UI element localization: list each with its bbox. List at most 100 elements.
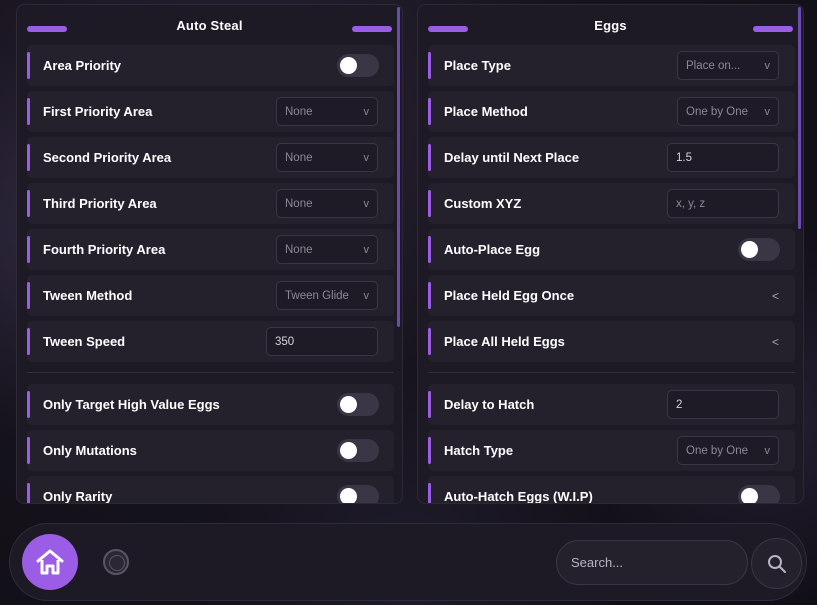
third-priority-area-dropdown[interactable]: None v	[276, 189, 378, 218]
hatch-type-dropdown[interactable]: One by One v	[677, 436, 779, 465]
row-accent	[27, 483, 30, 503]
row-accent	[27, 282, 30, 309]
row-label: Hatch Type	[444, 443, 514, 458]
row-label: Custom XYZ	[444, 196, 522, 211]
row-only-rarity: Only Rarity	[27, 476, 394, 504]
dropdown-value: None	[285, 105, 313, 118]
row-accent	[428, 437, 431, 464]
row-auto-place-egg: Auto-Place Egg	[428, 229, 795, 270]
header-bar-right	[352, 26, 392, 32]
chevron-left-icon: <	[771, 288, 779, 303]
chevron-down-icon: v	[764, 105, 771, 118]
row-label: Area Priority	[43, 58, 122, 73]
row-label: Auto-Place Egg	[444, 242, 541, 257]
chevron-down-icon: v	[363, 289, 370, 302]
avatar-icon[interactable]	[103, 549, 129, 575]
scrollbar[interactable]	[798, 7, 801, 229]
row-accent	[27, 98, 30, 125]
home-icon	[36, 549, 64, 575]
auto-steal-panel: Auto Steal Area Priority First Priority …	[16, 4, 403, 504]
row-label: Second Priority Area	[43, 150, 172, 165]
row-tween-speed: Tween Speed 350	[27, 321, 394, 362]
row-custom-xyz: Custom XYZ x, y, z	[428, 183, 795, 224]
row-only-target-high-value-eggs: Only Target High Value Eggs	[27, 384, 394, 425]
place-method-dropdown[interactable]: One by One v	[677, 97, 779, 126]
chevron-down-icon: v	[363, 243, 370, 256]
bottom-nav-bar: Search...	[9, 523, 807, 601]
header-bar-right	[753, 26, 793, 32]
row-label: Only Rarity	[43, 489, 113, 504]
home-button[interactable]	[22, 534, 78, 590]
chevron-down-icon: v	[363, 197, 370, 210]
row-label: Only Mutations	[43, 443, 137, 458]
first-priority-area-dropdown[interactable]: None v	[276, 97, 378, 126]
delay-to-hatch-input[interactable]: 2	[667, 390, 779, 419]
row-label: Tween Method	[43, 288, 133, 303]
divider	[428, 372, 795, 373]
search-input[interactable]: Search...	[556, 540, 748, 585]
row-label: Only Target High Value Eggs	[43, 397, 220, 412]
place-all-held-eggs-button[interactable]: Place All Held Eggs <	[428, 321, 795, 362]
row-accent	[428, 98, 431, 125]
second-priority-area-dropdown[interactable]: None v	[276, 143, 378, 172]
row-accent	[428, 52, 431, 79]
panel-header: Auto Steal	[17, 5, 402, 45]
dropdown-value: Tween Glide	[285, 289, 349, 302]
row-label: Place Method	[444, 104, 528, 119]
row-area-priority: Area Priority	[27, 45, 394, 86]
row-accent	[428, 190, 431, 217]
chevron-down-icon: v	[363, 151, 370, 164]
row-accent	[428, 483, 431, 503]
only-mutations-toggle[interactable]	[337, 439, 379, 462]
eggs-panel: Eggs Place Type Place on... v Place Meth…	[417, 4, 804, 504]
row-accent	[27, 437, 30, 464]
place-type-dropdown[interactable]: Place on... v	[677, 51, 779, 80]
row-delay-to-hatch: Delay to Hatch 2	[428, 384, 795, 425]
dropdown-value: None	[285, 197, 313, 210]
row-place-method: Place Method One by One v	[428, 91, 795, 132]
row-accent	[27, 328, 30, 355]
row-label: Tween Speed	[43, 334, 126, 349]
scrollbar[interactable]	[397, 7, 400, 327]
toggle-knob	[741, 241, 758, 258]
fourth-priority-area-dropdown[interactable]: None v	[276, 235, 378, 264]
dropdown-value: One by One	[686, 444, 749, 457]
chevron-down-icon: v	[764, 59, 771, 72]
auto-place-egg-toggle[interactable]	[738, 238, 780, 261]
chevron-down-icon: v	[363, 105, 370, 118]
header-bar-left	[27, 26, 67, 32]
row-accent	[27, 52, 30, 79]
row-place-type: Place Type Place on... v	[428, 45, 795, 86]
row-label: First Priority Area	[43, 104, 153, 119]
toggle-knob	[741, 488, 758, 503]
only-target-high-value-eggs-toggle[interactable]	[337, 393, 379, 416]
area-priority-toggle[interactable]	[337, 54, 379, 77]
divider	[27, 372, 394, 373]
tween-speed-input[interactable]: 350	[266, 327, 378, 356]
row-accent	[428, 236, 431, 263]
row-second-priority-area: Second Priority Area None v	[27, 137, 394, 178]
row-hatch-type: Hatch Type One by One v	[428, 430, 795, 471]
tween-method-dropdown[interactable]: Tween Glide v	[276, 281, 378, 310]
row-label: Delay to Hatch	[444, 397, 535, 412]
toggle-knob	[340, 57, 357, 74]
search-icon	[767, 554, 786, 573]
chevron-left-icon: <	[771, 334, 779, 349]
search-button[interactable]	[751, 538, 802, 589]
dropdown-value: None	[285, 243, 313, 256]
auto-hatch-eggs-toggle[interactable]	[738, 485, 780, 503]
custom-xyz-input[interactable]: x, y, z	[667, 189, 779, 218]
panel-title: Eggs	[594, 17, 627, 33]
row-accent	[27, 391, 30, 418]
row-accent	[27, 190, 30, 217]
delay-until-next-place-input[interactable]: 1.5	[667, 143, 779, 172]
row-accent	[428, 391, 431, 418]
row-accent	[27, 144, 30, 171]
row-third-priority-area: Third Priority Area None v	[27, 183, 394, 224]
only-rarity-toggle[interactable]	[337, 485, 379, 503]
dropdown-value: None	[285, 151, 313, 164]
header-bar-left	[428, 26, 468, 32]
row-label: Place Held Egg Once	[444, 288, 575, 303]
place-held-egg-once-button[interactable]: Place Held Egg Once <	[428, 275, 795, 316]
row-accent	[428, 328, 431, 355]
